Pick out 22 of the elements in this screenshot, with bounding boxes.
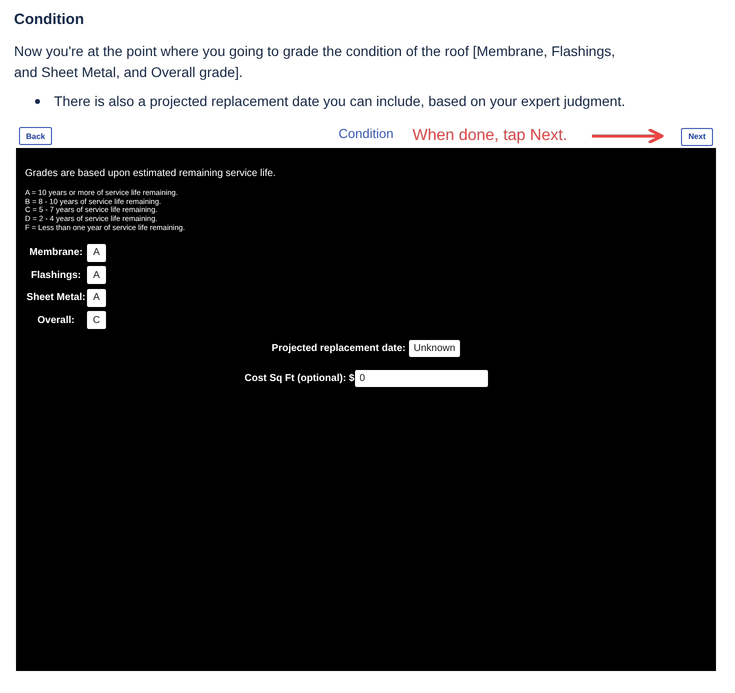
grade-label: Sheet Metal: bbox=[26, 292, 86, 304]
next-button[interactable]: Next bbox=[681, 128, 713, 146]
grades-intro-text: Grades are based upon estimated remaining service life. bbox=[25, 168, 276, 180]
cost-label: Cost Sq Ft (optional): $ bbox=[244, 372, 354, 384]
grade-label: Membrane: bbox=[28, 247, 84, 258]
date-button[interactable]: Unknown bbox=[408, 340, 460, 357]
grade-button[interactable]: A bbox=[87, 244, 106, 262]
page-heading: Condition bbox=[14, 10, 84, 30]
cost-input-field[interactable]: 0 bbox=[354, 370, 488, 387]
grade-button[interactable]: A bbox=[87, 288, 106, 307]
back-button[interactable]: Back bbox=[19, 127, 52, 145]
arrow-icon bbox=[592, 129, 664, 143]
bullet-text: There is also a projected replacement date you can include, based on your expert judgment. bbox=[54, 92, 626, 111]
grade-label: Overall: bbox=[36, 314, 76, 326]
date-label: Projected replacement date: bbox=[272, 342, 406, 354]
annotation-text: When done, tap Next. bbox=[412, 127, 568, 145]
grade-label: Flashings: bbox=[30, 270, 82, 281]
grade-button[interactable]: A bbox=[87, 266, 106, 284]
grade-button[interactable]: C bbox=[87, 311, 106, 330]
screen-title: Condition bbox=[338, 127, 394, 141]
intro-paragraph: Now you're at the point where you going to grade the condition of the roof [Membrane, Flashings, and Sheet Metal, and Overall grade]. bbox=[14, 42, 616, 82]
bullet-icon bbox=[35, 99, 40, 104]
